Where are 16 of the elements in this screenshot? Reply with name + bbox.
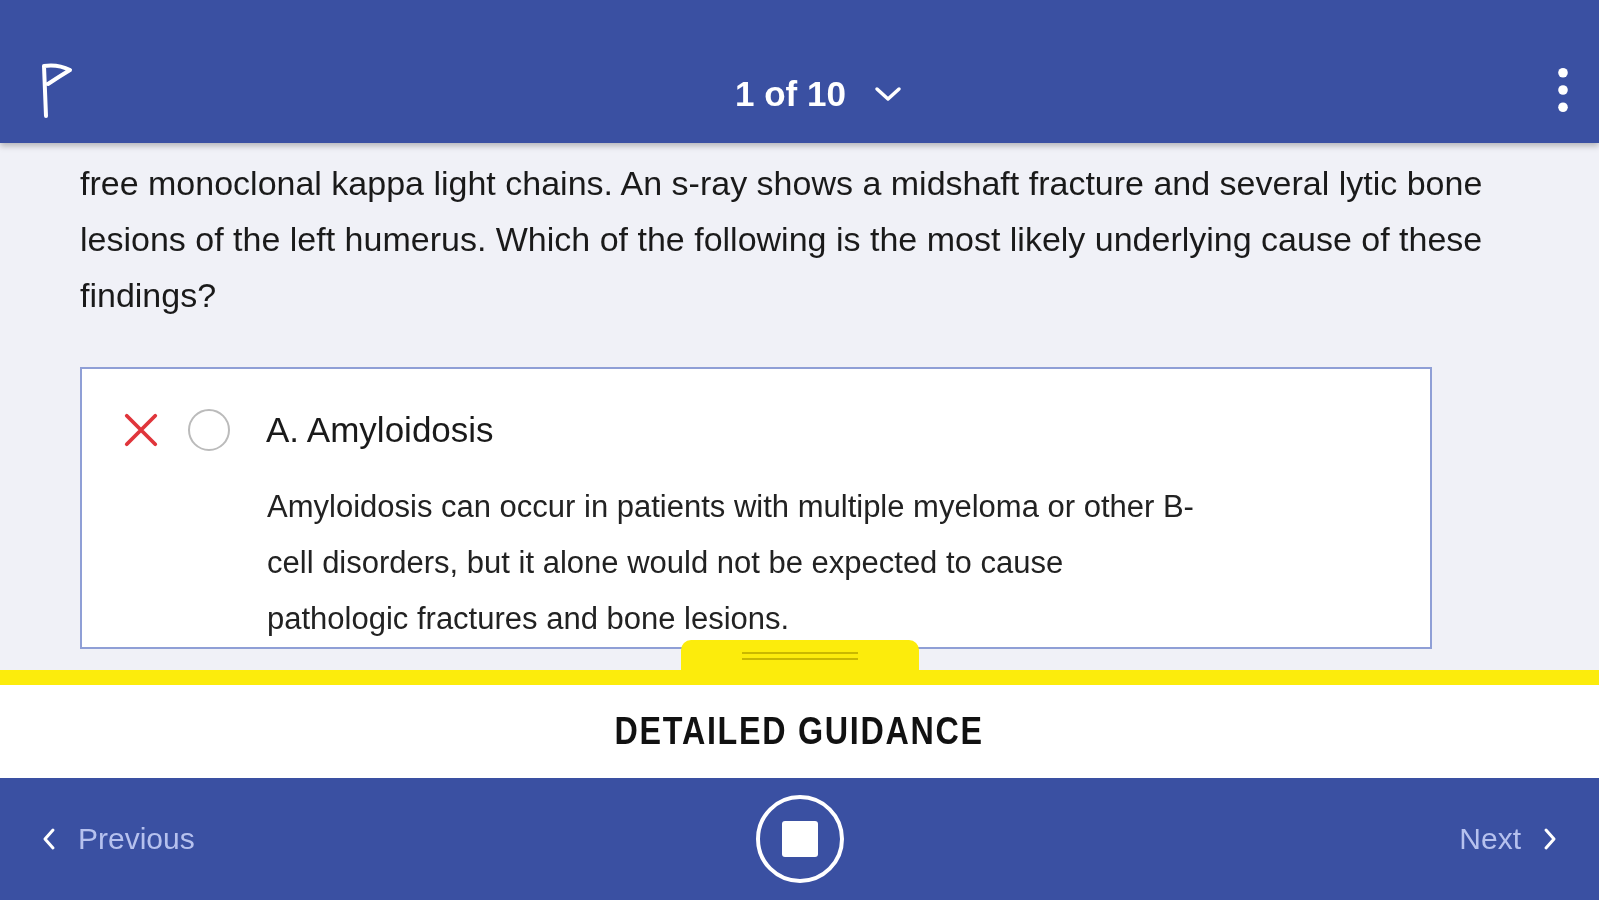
drag-handle[interactable]: [681, 640, 919, 672]
more-menu-icon[interactable]: [1557, 66, 1569, 113]
radio-button[interactable]: [188, 409, 230, 451]
chevron-right-icon: [1543, 827, 1557, 851]
previous-link[interactable]: Previous: [42, 822, 195, 856]
guidance-title: DETAILED GUIDANCE: [614, 710, 985, 753]
chevron-left-icon: [42, 827, 56, 851]
next-link[interactable]: Next: [1459, 822, 1557, 856]
cross-icon[interactable]: [122, 411, 160, 449]
stop-button[interactable]: [755, 795, 844, 883]
explanation-text: Amyloidosis can occur in patients with multiple myeloma or other B-cell disorders, but it alone would not be expected to cause pathologic fractures and bone lesions.: [267, 488, 1195, 638]
answer-card[interactable]: A. Amyloidosis Amyloidosis can occur in patients with multiple myeloma or other B-cell disorders, but it alone would not be expected to cause pathologic fractures and bone lesions.: [80, 367, 1432, 649]
chevron-down-icon: [873, 85, 902, 102]
question-text: free monoclonal kappa light chains. An s-ray shows a midshaft fracture and several lytic bone lesions of the left humerus. Which of the following is the most likely underlying cause of these findings?: [80, 163, 1484, 316]
option-label: A. Amyloidosis: [266, 410, 494, 450]
question-counter-dropdown[interactable]: 1 of 10: [735, 73, 902, 114]
